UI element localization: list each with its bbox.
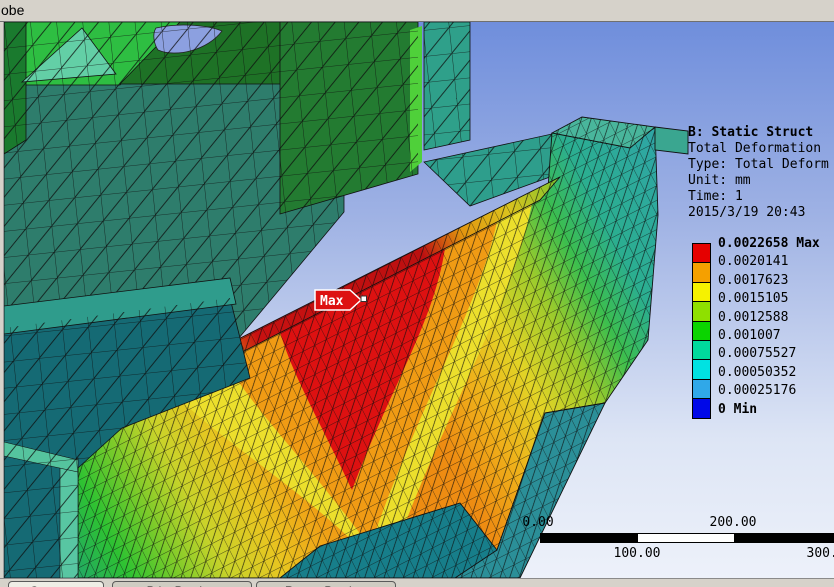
max-annotation: Max — [314, 288, 374, 312]
result-annotation: B: Static Struct Total Deformation Type:… — [688, 125, 829, 221]
legend-value: 0.0012588 — [718, 309, 789, 325]
result-name: Total Deformation — [688, 141, 822, 156]
legend-value: 0.0020141 — [718, 254, 789, 270]
legend-value: 0.001007 — [718, 327, 781, 343]
legend-value: 0.00075527 — [718, 346, 797, 362]
result-time: Time: 1 — [688, 189, 743, 204]
legend-value: 0.0015105 — [718, 291, 789, 307]
app-window: obe B: Static Struct Total Deformation T… — [0, 0, 834, 587]
ruler-label-100: 100.00 — [613, 546, 661, 561]
result-unit: Unit: mm — [688, 173, 751, 188]
graphics-viewport[interactable]: B: Static Struct Total Deformation Type:… — [4, 22, 834, 578]
legend-value: 0.00050352 — [718, 364, 797, 380]
legend-labels: 0.0022658 Max 0.0020141 0.0017623 0.0015… — [718, 235, 820, 419]
probe-button-label[interactable]: obe — [1, 2, 24, 18]
analysis-title: B: Static Struct — [688, 125, 814, 140]
tab-report-preview[interactable]: Report Preview — [256, 581, 396, 587]
legend-box — [692, 378, 711, 400]
legend-box — [692, 243, 711, 264]
legend-color-bar — [692, 243, 711, 419]
legend-box — [692, 320, 711, 341]
max-point-marker — [360, 295, 367, 302]
legend-value-min: 0 Min — [718, 401, 758, 417]
toolbar: obe — [0, 0, 834, 22]
result-type: Type: Total Deform — [688, 157, 829, 172]
tab-print-preview[interactable]: Print Preview — [112, 581, 252, 587]
view-tabs: Geometry Print Preview Report Preview — [0, 578, 834, 587]
result-datetime: 2015/3/19 20:43 — [688, 205, 806, 220]
ruler-bar — [540, 533, 834, 543]
tab-geometry[interactable]: Geometry — [8, 581, 104, 587]
legend-box — [692, 398, 711, 419]
legend-value: 0.00025176 — [718, 383, 797, 399]
legend-box — [692, 281, 711, 303]
legend-value: 0.0017623 — [718, 272, 789, 288]
legend-box — [692, 301, 711, 322]
ruler-label-300: 300.00 — [806, 546, 834, 561]
legend-box — [692, 339, 711, 361]
ruler-label-0: 0.00 — [522, 515, 554, 530]
legend-box — [692, 359, 711, 380]
ruler-label-200: 200.00 — [709, 515, 757, 530]
legend-value-max: 0.0022658 Max — [718, 236, 820, 251]
legend-box — [692, 262, 711, 283]
max-flag-label: Max — [320, 294, 344, 309]
